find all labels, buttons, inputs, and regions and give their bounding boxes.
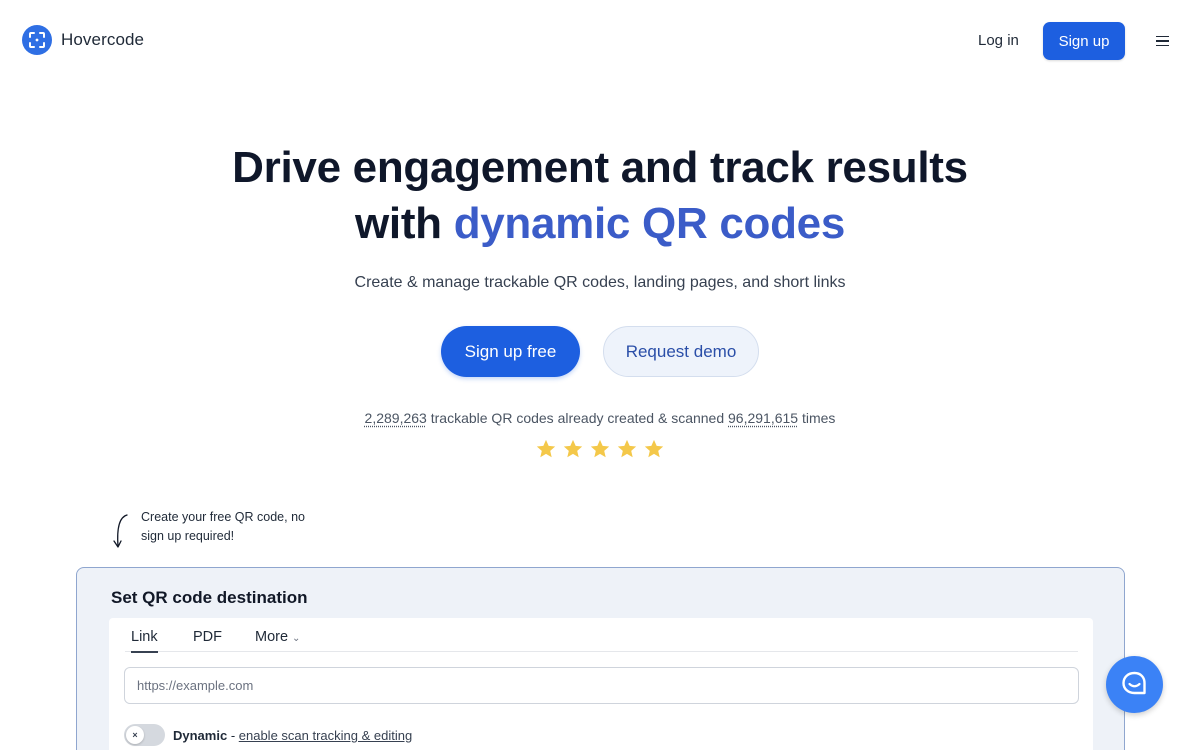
menu-bar bbox=[1155, 44, 1169, 47]
tab-more[interactable]: More ⌄ bbox=[255, 629, 300, 651]
hero-title-line1: Drive engagement and track results bbox=[232, 143, 968, 192]
brand-logo-link[interactable]: Hovercode bbox=[22, 25, 144, 55]
hero-subtitle: Create & manage trackable QR codes, land… bbox=[354, 274, 846, 291]
signup-free-button[interactable]: Sign up free bbox=[441, 326, 580, 377]
card-title: Set QR code destination bbox=[111, 588, 308, 607]
codes-text: trackable QR codes already created & sca… bbox=[426, 410, 729, 426]
star-icon bbox=[536, 439, 556, 458]
free-qr-hint: Create your free QR code, no sign up req… bbox=[141, 510, 305, 543]
menu-bar bbox=[1155, 35, 1169, 38]
request-demo-button[interactable]: Request demo bbox=[603, 326, 759, 377]
tab-more-label: More bbox=[255, 629, 289, 645]
hero-title-accent: dynamic QR codes bbox=[453, 199, 846, 248]
chat-bubble-icon[interactable] bbox=[1106, 656, 1163, 713]
scans-text: times bbox=[798, 410, 836, 426]
hero-title-line2-prefix: with bbox=[354, 199, 454, 248]
star-icon bbox=[590, 439, 610, 458]
dynamic-label: Dynamic - enable scan tracking & editing bbox=[173, 728, 412, 743]
destination-tabs: Link PDF More ⌄ bbox=[125, 626, 1078, 653]
chevron-down-icon: ⌄ bbox=[292, 633, 301, 644]
chat-glyph bbox=[1122, 671, 1146, 695]
enable-tracking-link[interactable]: enable scan tracking & editing bbox=[239, 728, 412, 743]
tab-link[interactable]: Link bbox=[131, 629, 158, 653]
toggle-knob-close-icon: × bbox=[126, 726, 144, 744]
curved-arrow-down-icon bbox=[113, 514, 128, 548]
menu-bar bbox=[1155, 40, 1169, 42]
login-link[interactable]: Log in bbox=[978, 32, 1019, 49]
dynamic-separator: - bbox=[227, 728, 239, 743]
star-icon bbox=[563, 439, 583, 458]
codes-count: 2,289,263 bbox=[364, 410, 427, 426]
dynamic-label-bold: Dynamic bbox=[173, 728, 228, 743]
dynamic-toggle[interactable]: × bbox=[124, 724, 165, 746]
card-inner-panel: Link PDF More⌄ × Dynamic - enable scan t… bbox=[109, 618, 1093, 750]
star-icon bbox=[644, 439, 664, 458]
url-input[interactable] bbox=[124, 667, 1079, 704]
qr-scan-logo-icon bbox=[22, 25, 52, 55]
usage-stats: 2,289,263 trackable QR codes already cre… bbox=[0, 410, 1200, 426]
site-header: Hovercode Log in Sign up bbox=[0, 0, 1200, 82]
hamburger-menu-icon[interactable] bbox=[1152, 31, 1172, 51]
brand-name: Hovercode bbox=[61, 30, 145, 49]
star-icon bbox=[617, 439, 637, 458]
hero-title: Drive engagement and track results with … bbox=[0, 140, 1200, 252]
rating-stars bbox=[535, 438, 665, 460]
scans-count: 96,291,615 bbox=[728, 410, 799, 426]
tab-pdf[interactable]: PDF bbox=[193, 629, 222, 651]
qr-generator-card: Set QR code destination Link PDF More⌄ ×… bbox=[76, 567, 1125, 750]
signup-button[interactable]: Sign up bbox=[1043, 22, 1125, 60]
